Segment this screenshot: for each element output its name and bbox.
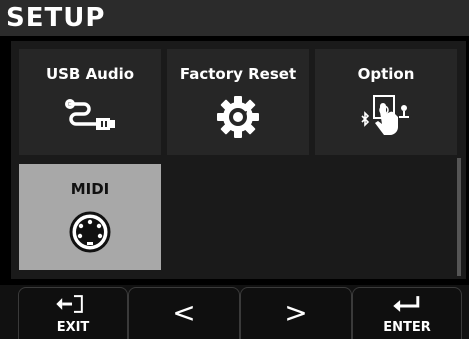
tile-usb-audio[interactable]: USB Audio bbox=[19, 49, 161, 155]
title-bar: SETUP bbox=[0, 0, 469, 36]
tile-factory-reset[interactable]: Factory Reset bbox=[167, 49, 309, 155]
exit-button[interactable]: EXIT bbox=[18, 287, 128, 339]
chevron-right-icon: > bbox=[284, 296, 308, 329]
menu-grid: USB Audio Factory Reset Option MIDI bbox=[11, 41, 466, 279]
tile-option[interactable]: Option bbox=[315, 49, 457, 155]
scrollbar[interactable] bbox=[457, 158, 461, 276]
tile-label: Option bbox=[357, 65, 415, 83]
usb-cable-icon bbox=[65, 99, 115, 130]
tile-label: USB Audio bbox=[45, 65, 135, 83]
tile-label: MIDI bbox=[70, 180, 110, 198]
page-title: SETUP bbox=[6, 3, 106, 33]
footer-bar: EXIT < > ENTER bbox=[0, 285, 469, 339]
midi-din-icon bbox=[69, 211, 111, 253]
enter-icon bbox=[393, 296, 420, 312]
gear-reset-icon bbox=[217, 96, 259, 138]
exit-label: EXIT bbox=[56, 320, 90, 335]
exit-icon bbox=[56, 295, 83, 313]
tile-midi[interactable]: MIDI bbox=[19, 164, 161, 270]
tile-label: Factory Reset bbox=[179, 65, 297, 83]
chevron-left-icon: < bbox=[172, 296, 196, 329]
enter-button[interactable]: ENTER bbox=[352, 287, 462, 339]
option-touch-icon bbox=[361, 95, 409, 135]
prev-button[interactable]: < bbox=[128, 287, 240, 339]
enter-label: ENTER bbox=[383, 320, 431, 335]
next-button[interactable]: > bbox=[240, 287, 352, 339]
